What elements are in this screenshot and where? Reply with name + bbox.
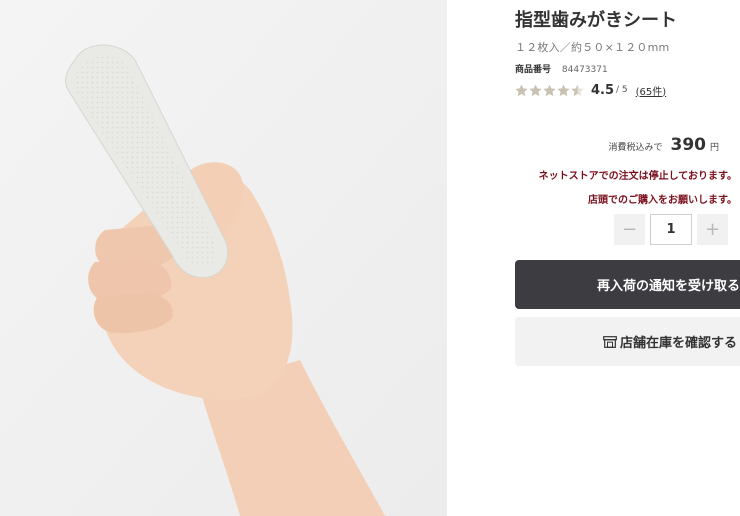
product-image[interactable]: [0, 0, 447, 516]
rating-stars: [515, 84, 585, 97]
price-value: 390: [670, 135, 706, 155]
check-store-stock-button[interactable]: 店舗在庫を確認する: [515, 317, 740, 366]
price: 消費税込みで 390 円: [608, 135, 719, 155]
star-icon: [571, 84, 584, 96]
quantity-stepper: − 1 +: [614, 214, 728, 245]
product-code-value: 84473371: [561, 65, 608, 75]
restock-notify-button[interactable]: 再入荷の通知を受け取る: [515, 260, 740, 309]
price-tax-note: 消費税込みで: [608, 143, 663, 153]
rating-out-of: / 5: [616, 85, 628, 95]
review-count-link[interactable]: (65件): [636, 83, 667, 98]
restock-notify-label: 再入荷の通知を受け取る: [596, 279, 740, 294]
product-code-label: 商品番号: [515, 65, 552, 75]
store-notice: ネットストアでの注文は停止しております。: [538, 171, 737, 182]
star-icon: [515, 84, 528, 96]
rating: 4.5 / 5 (65件): [515, 80, 666, 100]
star-icon: [529, 84, 542, 96]
product-spec: １２枚入／約５０×１２０mm: [515, 41, 670, 54]
star-icon: [543, 84, 556, 96]
price-unit: 円: [709, 143, 719, 153]
star-icon: [557, 84, 570, 96]
product-info-panel: 指型歯みがきシート １２枚入／約５０×１２０mm 商品番号 84473371 4…: [515, 0, 740, 516]
quantity-input[interactable]: 1: [650, 214, 692, 245]
product-photo-illustration: [0, 0, 447, 516]
store-notice: 店頭でのご購入をお願いします。: [588, 195, 737, 206]
product-code: 商品番号 84473371: [515, 62, 608, 75]
rating-score: 4.5: [591, 82, 615, 98]
quantity-increase-button[interactable]: +: [697, 214, 728, 245]
check-store-stock-label: 店舗在庫を確認する: [619, 336, 737, 351]
quantity-decrease-button[interactable]: −: [614, 214, 645, 245]
store-icon: [603, 335, 617, 348]
product-title: 指型歯みがきシート: [515, 10, 677, 31]
